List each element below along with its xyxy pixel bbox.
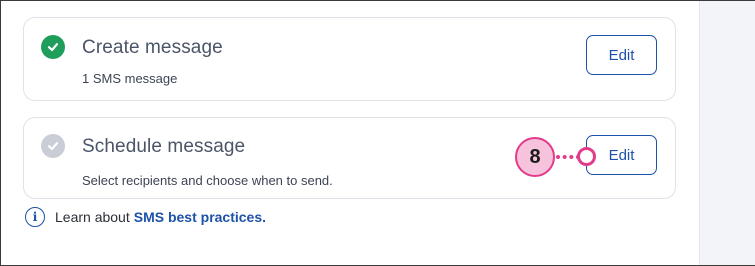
right-rail xyxy=(699,1,755,265)
page-frame: Create message 1 SMS message Edit Schedu… xyxy=(0,0,755,266)
callout-number-badge: 8 xyxy=(515,137,555,177)
check-circle-icon xyxy=(41,134,65,158)
step-title: Create message xyxy=(82,37,223,58)
step-card-create-message: Create message 1 SMS message Edit xyxy=(23,17,676,101)
check-circle-icon xyxy=(41,35,65,59)
edit-schedule-message-button[interactable]: Edit xyxy=(586,135,657,175)
info-icon: i xyxy=(25,207,45,227)
info-prefix: Learn about xyxy=(55,209,130,225)
step-subtitle: 1 SMS message xyxy=(82,71,178,86)
callout-target-ring xyxy=(577,147,596,166)
info-row: i Learn about SMS best practices. xyxy=(25,207,266,227)
step-subtitle: Select recipients and choose when to sen… xyxy=(82,173,333,188)
sms-best-practices-link[interactable]: SMS best practices. xyxy=(134,209,266,225)
step-title: Schedule message xyxy=(82,136,246,157)
edit-create-message-button[interactable]: Edit xyxy=(586,35,657,75)
